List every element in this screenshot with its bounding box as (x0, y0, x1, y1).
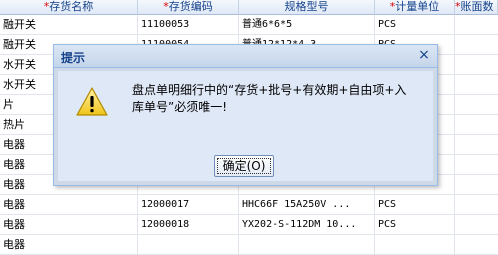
cell-book-qty[interactable] (455, 95, 498, 114)
cell-book-qty[interactable] (455, 155, 498, 174)
cell-item-name[interactable]: 电器 (0, 215, 138, 234)
dialog-title: 提示 (61, 51, 86, 65)
table-row[interactable]: 融开关 11100053 普通6*6*5 PCS (0, 15, 498, 35)
table-row[interactable]: 电器 12000018 YX202-S-112DM 10... PCS (0, 215, 498, 235)
cell-item-code[interactable]: 12000018 (138, 215, 239, 234)
cell-item-name[interactable]: 电器 (0, 195, 138, 214)
cell-unit[interactable]: PCS (375, 215, 455, 234)
dialog-titlebar[interactable]: 提示 × (54, 45, 437, 68)
cell-unit[interactable]: PCS (375, 195, 455, 214)
cell-spec[interactable] (239, 235, 375, 254)
alert-dialog: 提示 × 盘点单明细行中的“存货+批号+有效期+自由项+入库单号”必须唯一! 确… (53, 44, 438, 186)
cell-item-code[interactable] (138, 235, 239, 254)
column-header-unit[interactable]: *计量单位 (375, 0, 455, 15)
table-row[interactable]: 电器 (0, 235, 498, 255)
cell-book-qty[interactable] (455, 15, 498, 34)
column-header-book-qty[interactable]: *账面数 (455, 0, 498, 15)
table-row[interactable]: 电器 12000017 HHC66F 15A250V ... PCS (0, 195, 498, 215)
dialog-body: 盘点单明细行中的“存货+批号+有效期+自由项+入库单号”必须唯一! 确定(O) (58, 71, 433, 181)
cell-unit[interactable] (375, 235, 455, 254)
cell-spec[interactable]: HHC66F 15A250V ... (239, 195, 375, 214)
cell-book-qty[interactable] (455, 75, 498, 94)
cell-book-qty[interactable] (455, 35, 498, 54)
dialog-message: 盘点单明细行中的“存货+批号+有效期+自由项+入库单号”必须唯一! (132, 83, 407, 114)
column-header-item-name[interactable]: *存货名称 (0, 0, 138, 15)
cell-item-code[interactable]: 12000017 (138, 195, 239, 214)
cell-book-qty[interactable] (455, 175, 498, 194)
cell-book-qty[interactable] (455, 195, 498, 214)
cell-book-qty[interactable] (455, 115, 498, 134)
ok-button[interactable]: 确定(O) (214, 155, 274, 177)
cell-item-name[interactable]: 电器 (0, 235, 138, 254)
cell-spec[interactable]: 普通6*6*5 (239, 15, 375, 34)
close-icon[interactable]: × (417, 48, 431, 63)
cell-unit[interactable]: PCS (375, 15, 455, 34)
cell-item-name[interactable]: 融开关 (0, 15, 138, 34)
cell-item-code[interactable]: 11100053 (138, 15, 239, 34)
cell-book-qty[interactable] (455, 135, 498, 154)
column-header-spec[interactable]: 规格型号 (239, 0, 375, 15)
warning-icon (76, 87, 108, 116)
cell-book-qty[interactable] (455, 235, 498, 254)
cell-book-qty[interactable] (455, 55, 498, 74)
cell-book-qty[interactable] (455, 215, 498, 234)
cell-spec[interactable]: YX202-S-112DM 10... (239, 215, 375, 234)
column-header-item-code[interactable]: *存货编码 (138, 0, 239, 15)
